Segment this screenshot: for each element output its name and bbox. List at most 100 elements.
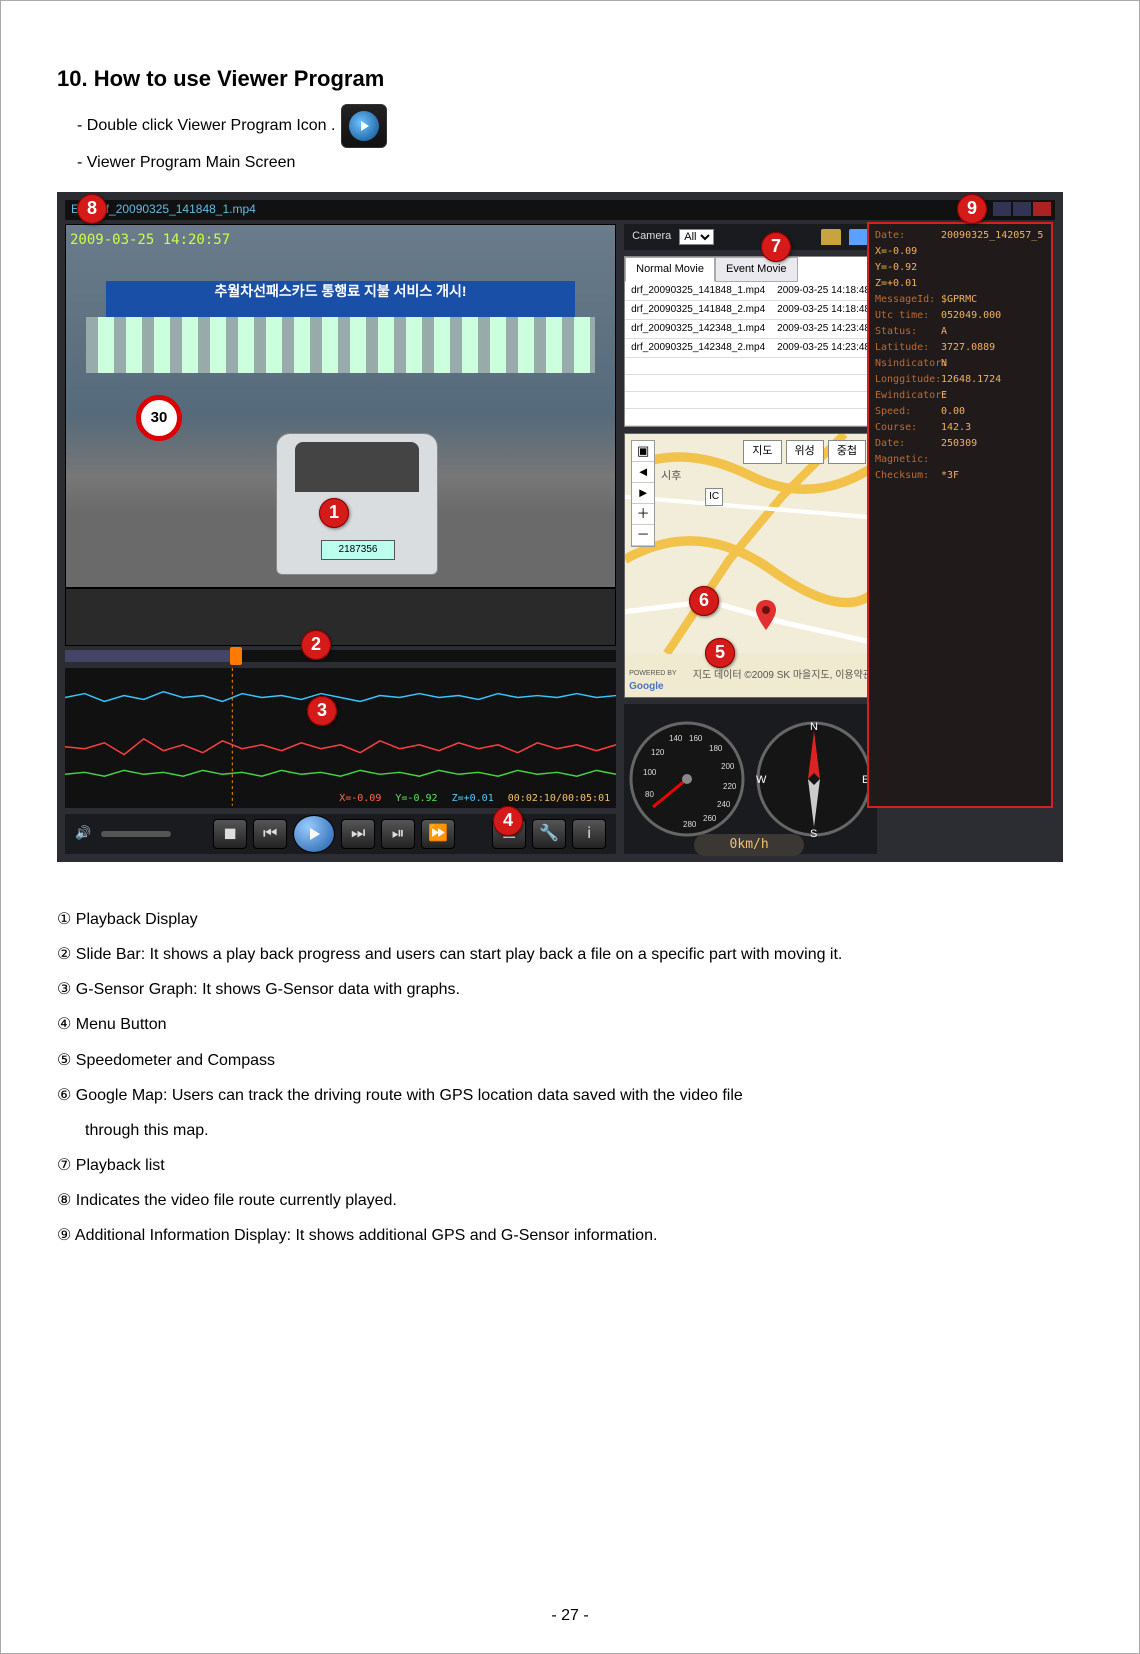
tab-event-movie[interactable]: Event Movie [715,257,798,283]
stop-button[interactable]: ◼ [213,819,247,849]
info-button[interactable]: i [572,819,606,849]
svg-text:120: 120 [651,748,665,757]
arrow-right-icon[interactable]: ► [632,483,654,504]
desc-6a: ⑥ Google Map: Users can track the drivin… [57,1078,1083,1113]
arrow-left-icon[interactable]: ◄ [632,462,654,483]
minimize-icon[interactable] [993,202,1011,216]
marker-6: 6 [689,586,719,616]
compass: N S E W [754,719,874,839]
marker-3: 3 [307,696,337,726]
volume-icon[interactable]: 🔊 [75,823,91,844]
desc-5: ⑤ Speedometer and Compass [57,1043,1083,1078]
step-button[interactable]: ⏯ [381,819,415,849]
play-button[interactable] [293,815,335,853]
gsensor-y: Y=-0.92 [395,793,437,804]
marker-8: 8 [77,194,107,224]
page-number: - 27 - [1,1603,1139,1629]
svg-text:220: 220 [723,782,737,791]
tab-normal-movie[interactable]: Normal Movie [625,257,715,283]
file-row[interactable]: drf_20090325_141848_1.mp42009-03-25 14:1… [625,282,876,301]
map-label-siheung: 시후 [661,468,681,486]
desc-2: ② Slide Bar: It shows a play back progre… [57,937,1083,972]
svg-text:N: N [810,721,818,733]
marker-5: 5 [705,638,735,668]
marker-2: 2 [301,630,331,660]
speed-limit-sign: 30 [136,395,182,441]
file-row[interactable]: drf_20090325_142348_1.mp42009-03-25 14:2… [625,320,876,339]
marker-1: 1 [319,498,349,528]
next-button[interactable]: ⏭ [341,819,375,849]
camera-select[interactable]: All [679,229,714,245]
marker-9: 9 [957,194,987,224]
volume-slider[interactable] [101,831,171,837]
gsensor-z: Z=+0.01 [452,793,494,804]
playback-display[interactable]: 2009-03-25 14:20:57 추월차선패스카드 통행료 지불 서비스 … [65,224,616,646]
zoom-reset-icon[interactable]: ▣ [632,441,654,462]
video-timestamp: 2009-03-25 14:20:57 [70,229,230,251]
map-type-map[interactable]: 지도 [743,440,781,464]
map-label-ic: IC [705,488,723,506]
intro-line-2: - Viewer Program Main Screen [77,150,295,176]
speedometer-and-compass: 80100120 140160180 200220240 260280 [624,704,877,854]
svg-text:160: 160 [689,734,703,743]
svg-text:140: 140 [669,734,683,743]
gsensor-x: X=-0.09 [339,793,381,804]
maximize-icon[interactable] [1013,202,1031,216]
zoom-out-icon[interactable]: － [632,525,654,546]
toll-banner: 추월차선패스카드 통행료 지불 서비스 개시! [106,281,575,317]
svg-text:80: 80 [645,790,654,799]
description-list: ① Playback Display ② Slide Bar: It shows… [57,902,1083,1254]
additional-info-display: Date:20090325_142057_5 X=-0.09 Y=-0.92 Z… [867,222,1053,808]
google-logo: Google [629,681,663,692]
map-type-hybrid[interactable]: 중첩 [828,440,866,464]
svg-text:240: 240 [717,800,731,809]
svg-text:W: W [756,774,767,786]
save-icon[interactable] [849,229,869,245]
wrench-icon: 🔧 [539,821,559,847]
license-plate: 2187356 [321,540,395,560]
svg-text:S: S [810,828,817,839]
slide-knob[interactable] [230,647,242,665]
slide-bar[interactable] [65,650,616,662]
svg-text:100: 100 [643,768,657,777]
section-title: 10. How to use Viewer Program [57,61,1083,96]
file-row[interactable]: drf_20090325_141848_2.mp42009-03-25 14:1… [625,301,876,320]
marker-7: 7 [761,232,791,262]
camera-select-bar: Camera All [624,224,877,250]
prev-button[interactable]: ⏮ [253,819,287,849]
map-credit: 지도 데이터 ©2009 SK 마을지도, 이용약관 [693,668,872,695]
desc-3: ③ G-Sensor Graph: It shows G-Sensor data… [57,972,1083,1007]
google-map[interactable]: ▣ ◄ ► ＋ － 지도 위성 중첩 시후 IC [624,433,877,697]
settings-button[interactable]: 🔧 [532,819,566,849]
desc-1: ① Playback Display [57,902,1083,937]
map-type-satellite[interactable]: 위성 [786,440,824,464]
g-sensor-graph: X=-0.09 Y=-0.92 Z=+0.01 00:02:10/00:05:0… [65,668,616,808]
speed-readout: 0km/h [694,834,804,856]
marker-4: 4 [493,806,523,836]
file-row[interactable]: drf_20090325_142348_2.mp42009-03-25 14:2… [625,339,876,358]
car-in-front: 2187356 [276,433,438,575]
viewer-screenshot: 8 9 1 2 3 4 5 6 7 Eye drf_20090325_14184… [57,192,1063,862]
svg-text:200: 200 [721,762,735,771]
desc-7: ⑦ Playback list [57,1148,1083,1183]
intro-line-1: - Double click Viewer Program Icon . [77,113,335,139]
gsensor-time: 00:02:10/00:05:01 [508,793,610,804]
playback-list: Normal Movie Event Movie drf_20090325_14… [624,256,877,428]
desc-4: ④ Menu Button [57,1007,1083,1042]
playback-controls: 🔊 ◼ ⏮ ⏭ ⏯ ⏩ ☰ 🔧 i [65,814,616,854]
svg-text:260: 260 [703,814,717,823]
desc-6b: through this map. [57,1113,1083,1148]
zoom-in-icon[interactable]: ＋ [632,504,654,525]
window-title-bar: Eye drf_20090325_141848_1.mp4 [65,200,1055,220]
map-pin-icon [755,600,777,639]
fast-forward-button[interactable]: ⏩ [421,819,455,849]
svg-text:180: 180 [709,744,723,753]
speedometer: 80100120 140160180 200220240 260280 [627,719,747,839]
map-zoom-controls[interactable]: ▣ ◄ ► ＋ － [631,440,655,547]
camera-label: Camera [632,228,671,246]
close-icon[interactable] [1033,202,1051,216]
desc-8: ⑧ Indicates the video file route current… [57,1183,1083,1218]
open-folder-icon[interactable] [821,229,841,245]
viewer-program-icon [341,104,387,148]
desc-9: ⑨ Additional Information Display: It sho… [57,1218,1083,1253]
